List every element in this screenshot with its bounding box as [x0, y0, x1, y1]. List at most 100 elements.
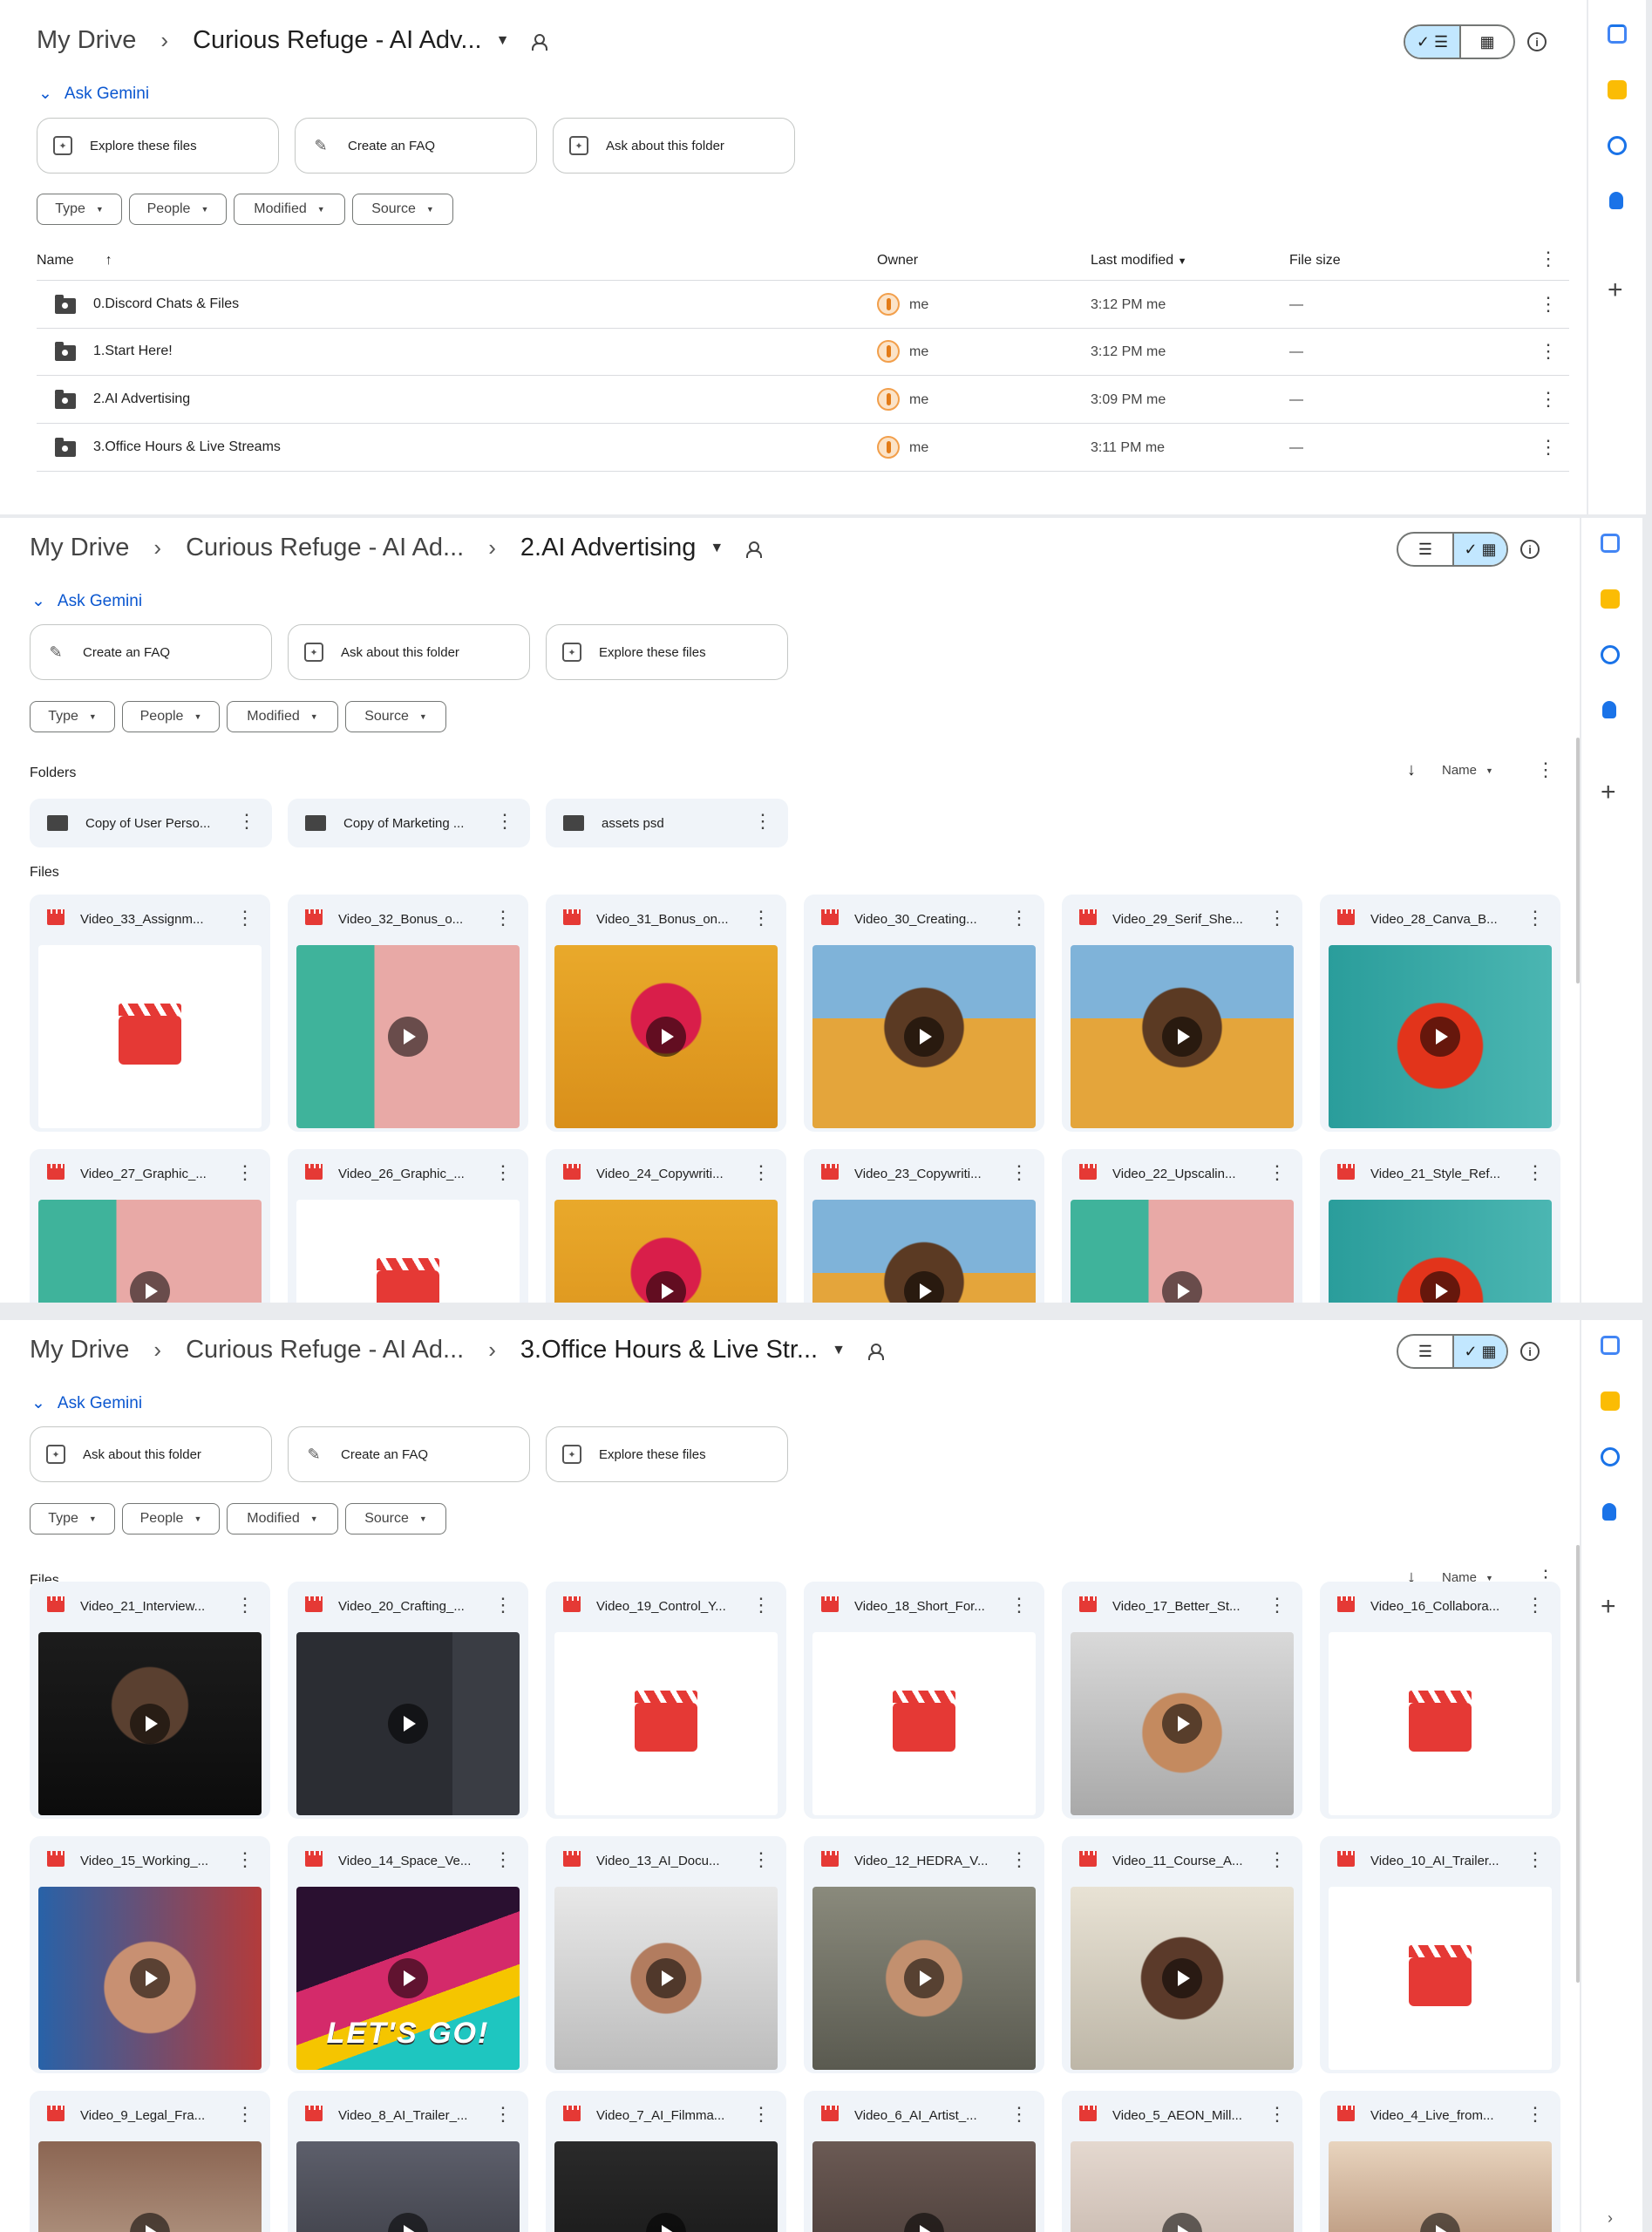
play-icon[interactable]: [1162, 1704, 1202, 1744]
ask-gemini-toggle[interactable]: ⌄ Ask Gemini: [31, 1393, 142, 1413]
play-icon[interactable]: [1420, 1017, 1460, 1057]
file-card[interactable]: Video_23_Copywriti... ⋮: [804, 1149, 1044, 1303]
file-thumbnail[interactable]: [812, 1200, 1036, 1303]
more-vert-icon[interactable]: ⋮: [1010, 1848, 1029, 1871]
play-icon[interactable]: [388, 1017, 428, 1057]
file-card[interactable]: Video_18_Short_For... ⋮: [804, 1582, 1044, 1819]
breadcrumb-parent[interactable]: Curious Refuge - AI Ad...: [186, 1336, 464, 1364]
file-thumbnail[interactable]: [38, 1200, 262, 1303]
dropdown-arrow-icon[interactable]: ▼: [710, 541, 724, 556]
folder-tile[interactable]: Copy of User Perso... ⋮: [30, 799, 272, 847]
view-toggle[interactable]: ☰ ✓ ▦: [1397, 1334, 1508, 1369]
more-vert-icon[interactable]: ⋮: [1526, 1161, 1545, 1184]
tasks-icon[interactable]: [1608, 136, 1627, 155]
more-vert-icon[interactable]: ⋮: [1010, 1594, 1029, 1616]
more-vert-icon[interactable]: ⋮: [751, 1594, 771, 1616]
file-card[interactable]: Video_31_Bonus_on... ⋮: [546, 895, 786, 1132]
play-icon[interactable]: [646, 1017, 686, 1057]
play-icon[interactable]: [1420, 2213, 1460, 2232]
filter-type[interactable]: Type ▼: [37, 194, 122, 225]
file-thumbnail[interactable]: [296, 945, 520, 1128]
more-vert-icon[interactable]: ⋮: [1268, 1161, 1287, 1184]
more-vert-icon[interactable]: ⋮: [235, 2103, 255, 2126]
more-vert-icon[interactable]: ⋮: [1539, 342, 1558, 361]
file-card[interactable]: Video_10_AI_Trailer... ⋮: [1320, 1836, 1560, 2073]
file-thumbnail[interactable]: [38, 1632, 262, 1815]
file-card[interactable]: Video_20_Crafting_... ⋮: [288, 1582, 528, 1819]
file-card[interactable]: Video_26_Graphic_... ⋮: [288, 1149, 528, 1303]
gemini-chip-faq[interactable]: ✎ Create an FAQ: [295, 118, 537, 174]
more-vert-icon[interactable]: ⋮: [1268, 1594, 1287, 1616]
filter-modified[interactable]: Modified ▼: [227, 701, 338, 732]
ask-gemini-toggle[interactable]: ⌄ Ask Gemini: [38, 84, 149, 104]
breadcrumb-current-folder[interactable]: Curious Refuge - AI Adv...: [193, 26, 482, 55]
file-thumbnail[interactable]: [1071, 945, 1294, 1128]
folder-tile[interactable]: assets psd ⋮: [546, 799, 788, 847]
play-icon[interactable]: [904, 1017, 944, 1057]
shared-people-icon[interactable]: [867, 1343, 887, 1360]
file-card[interactable]: Video_28_Canva_B... ⋮: [1320, 895, 1560, 1132]
filter-people[interactable]: People ▼: [122, 1503, 220, 1534]
file-thumbnail[interactable]: [812, 1632, 1036, 1815]
file-thumbnail[interactable]: [38, 2141, 262, 2232]
breadcrumb-parent[interactable]: Curious Refuge - AI Ad...: [186, 534, 464, 562]
folder-tile[interactable]: Copy of Marketing ... ⋮: [288, 799, 530, 847]
file-thumbnail[interactable]: [1071, 1200, 1294, 1303]
play-icon[interactable]: [1420, 1271, 1460, 1303]
column-header-last-modified[interactable]: Last modified ▼: [1091, 253, 1187, 269]
play-icon[interactable]: [1162, 1958, 1202, 1998]
calendar-icon[interactable]: [1601, 1336, 1620, 1355]
file-card[interactable]: Video_12_HEDRA_V... ⋮: [804, 1836, 1044, 2073]
shared-people-icon[interactable]: [746, 541, 765, 558]
file-thumbnail[interactable]: LET'S GO!: [296, 1887, 520, 2070]
info-icon[interactable]: i: [1520, 540, 1540, 559]
more-vert-icon[interactable]: ⋮: [1539, 249, 1558, 269]
file-card[interactable]: Video_27_Graphic_... ⋮: [30, 1149, 270, 1303]
more-vert-icon[interactable]: ⋮: [751, 1161, 771, 1184]
contacts-icon[interactable]: [1602, 1503, 1616, 1521]
gemini-chip-explore[interactable]: ✦ Explore these files: [546, 1426, 788, 1482]
filter-source[interactable]: Source ▼: [345, 701, 446, 732]
breadcrumb-current-folder[interactable]: 2.AI Advertising: [520, 534, 697, 562]
filter-source[interactable]: Source ▼: [345, 1503, 446, 1534]
gemini-chip-ask-folder[interactable]: ✦ Ask about this folder: [553, 118, 795, 174]
file-thumbnail[interactable]: [812, 945, 1036, 1128]
play-icon[interactable]: [646, 2213, 686, 2232]
more-vert-icon[interactable]: ⋮: [1539, 390, 1558, 409]
file-thumbnail[interactable]: [1071, 1632, 1294, 1815]
more-vert-icon[interactable]: ⋮: [1539, 295, 1558, 314]
breadcrumb-current-folder[interactable]: 3.Office Hours & Live Str...: [520, 1336, 818, 1364]
scrollbar[interactable]: [1576, 738, 1580, 983]
dropdown-arrow-icon[interactable]: ▼: [832, 1343, 846, 1358]
file-card[interactable]: Video_14_Space_Ve... ⋮ LET'S GO!: [288, 1836, 528, 2073]
file-card[interactable]: Video_29_Serif_She... ⋮: [1062, 895, 1302, 1132]
file-card[interactable]: Video_17_Better_St... ⋮: [1062, 1582, 1302, 1819]
filter-source[interactable]: Source ▼: [352, 194, 453, 225]
add-icon[interactable]: +: [1601, 1594, 1616, 1620]
gemini-chip-faq[interactable]: ✎ Create an FAQ: [30, 624, 272, 680]
file-thumbnail[interactable]: [1329, 945, 1552, 1128]
more-vert-icon[interactable]: ⋮: [1268, 1848, 1287, 1871]
view-toggle[interactable]: ✓ ☰ ▦: [1404, 24, 1515, 59]
file-thumbnail[interactable]: [554, 1887, 778, 2070]
play-icon[interactable]: [130, 1271, 170, 1303]
play-icon[interactable]: [1162, 1271, 1202, 1303]
tasks-icon[interactable]: [1601, 1447, 1620, 1466]
play-icon[interactable]: [130, 1704, 170, 1744]
file-card[interactable]: Video_32_Bonus_o... ⋮: [288, 895, 528, 1132]
more-vert-icon[interactable]: ⋮: [1010, 2103, 1029, 2126]
list-view-icon[interactable]: ☰: [1398, 534, 1452, 565]
info-icon[interactable]: i: [1527, 32, 1547, 51]
filter-type[interactable]: Type ▼: [30, 1503, 115, 1534]
chevron-right-icon[interactable]: ›: [1608, 2209, 1613, 2228]
file-card[interactable]: Video_22_Upscalin... ⋮: [1062, 1149, 1302, 1303]
file-thumbnail[interactable]: [1329, 2141, 1552, 2232]
file-thumbnail[interactable]: [554, 1200, 778, 1303]
more-vert-icon[interactable]: ⋮: [1526, 907, 1545, 929]
keep-icon[interactable]: [1601, 589, 1620, 609]
grid-view-icon[interactable]: ✓ ▦: [1452, 534, 1506, 565]
file-thumbnail[interactable]: [1329, 1200, 1552, 1303]
more-vert-icon[interactable]: ⋮: [753, 810, 772, 833]
file-card[interactable]: Video_8_AI_Trailer_... ⋮: [288, 2091, 528, 2232]
more-vert-icon[interactable]: ⋮: [235, 1161, 255, 1184]
